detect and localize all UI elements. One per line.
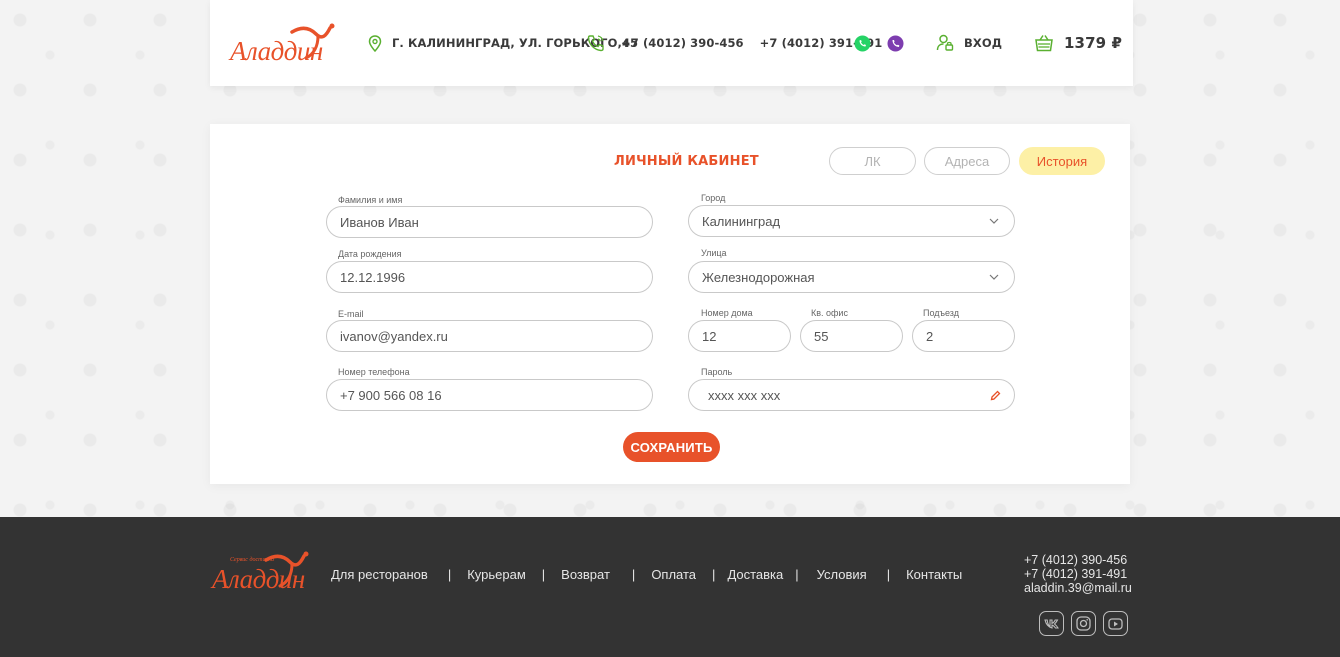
password-label: Пароль (701, 367, 733, 377)
footer-link-payment[interactable]: Оплата (651, 567, 696, 582)
city-select[interactable]: Калининград (688, 205, 1015, 237)
genie-icon (264, 551, 309, 588)
logo[interactable]: Аладдин (228, 22, 335, 68)
cart-button[interactable]: 1379 ₽ (1034, 0, 1122, 86)
password-input[interactable]: xxxx xxx xxx (688, 379, 1015, 411)
footer-link-terms[interactable]: Условия (817, 567, 867, 582)
page-title: ЛИЧНЫЙ КАБИНЕТ (614, 154, 759, 169)
house-label: Номер дома (701, 308, 753, 318)
street-label: Улица (701, 248, 727, 258)
footer-phone-2[interactable]: +7 (4012) 391-491 (1024, 567, 1132, 581)
entrance-input[interactable]: 2 (912, 320, 1015, 352)
viber-icon[interactable] (887, 35, 904, 52)
footer-link-returns[interactable]: Возврат (561, 567, 610, 582)
birthdate-input[interactable]: 12.12.1996 (326, 261, 653, 293)
name-input[interactable]: Иванов Иван (326, 206, 653, 238)
footer-link-couriers[interactable]: Курьерам (467, 567, 526, 582)
tab-lk[interactable]: ЛК (829, 147, 916, 175)
nav-separator: | (541, 567, 546, 582)
site-footer: Сервис доставки Аладдин Для ресторанов |… (0, 517, 1340, 657)
email-input[interactable]: ivanov@yandex.ru (326, 320, 653, 352)
nav-separator: | (886, 567, 891, 582)
save-button[interactable]: СОХРАНИТЬ (623, 432, 720, 462)
name-label: Фамилия и имя (338, 195, 403, 205)
entrance-label: Подъезд (923, 308, 959, 318)
phone-label: Номер телефона (338, 367, 410, 377)
pencil-icon[interactable] (990, 390, 1001, 401)
footer-link-restaurants[interactable]: Для ресторанов (331, 567, 428, 582)
genie-icon (290, 23, 335, 60)
whatsapp-icon[interactable] (854, 35, 871, 52)
account-card: ЛИЧНЫЙ КАБИНЕТ ЛК Адреса История Фамилия… (210, 124, 1130, 484)
apartment-input[interactable]: 55 (800, 320, 903, 352)
basket-icon (1034, 34, 1054, 52)
chevron-down-icon (989, 272, 999, 283)
birthdate-label: Дата рождения (338, 249, 402, 259)
nav-separator: | (795, 567, 799, 582)
footer-link-contacts[interactable]: Контакты (906, 567, 962, 582)
email-label: E-mail (338, 309, 364, 319)
chevron-down-icon (989, 216, 999, 227)
login-button[interactable]: ВХОД (936, 0, 1002, 86)
cart-total: 1379 ₽ (1064, 34, 1123, 52)
nav-separator: | (712, 567, 716, 582)
nav-separator: | (447, 567, 452, 582)
street-select[interactable]: Железнодорожная (688, 261, 1015, 293)
instagram-icon[interactable] (1071, 611, 1096, 636)
nav-separator: | (631, 567, 636, 582)
footer-contacts: +7 (4012) 390-456 +7 (4012) 391-491 alad… (1024, 553, 1132, 595)
vk-icon[interactable] (1039, 611, 1064, 636)
footer-link-delivery[interactable]: Доставка (727, 567, 783, 582)
footer-nav: Для ресторанов | Курьерам | Возврат | Оп… (331, 567, 962, 582)
phone-input[interactable]: +7 900 566 08 16 (326, 379, 653, 411)
footer-email[interactable]: aladdin.39@mail.ru (1024, 581, 1132, 595)
header-phones: +7 (4012) 390-456 +7 (4012) 391-491 (587, 0, 882, 86)
header-phone-1[interactable]: +7 (4012) 390-456 (621, 36, 744, 50)
messenger-icons (854, 0, 904, 86)
tab-addresses[interactable]: Адреса (924, 147, 1010, 175)
location-pin-icon (368, 34, 382, 52)
house-input[interactable]: 12 (688, 320, 791, 352)
city-label: Город (701, 193, 726, 203)
youtube-icon[interactable] (1103, 611, 1128, 636)
footer-logo[interactable]: Сервис доставки Аладдин (210, 547, 315, 597)
apartment-label: Кв. офис (811, 308, 848, 318)
site-header: Аладдин Г. КАЛИНИНГРАД, УЛ. ГОРЬКОГО,45 … (210, 0, 1133, 86)
tab-history[interactable]: История (1019, 147, 1105, 175)
user-icon (936, 34, 954, 52)
phone-icon (587, 34, 605, 52)
footer-phone-1[interactable]: +7 (4012) 390-456 (1024, 553, 1132, 567)
